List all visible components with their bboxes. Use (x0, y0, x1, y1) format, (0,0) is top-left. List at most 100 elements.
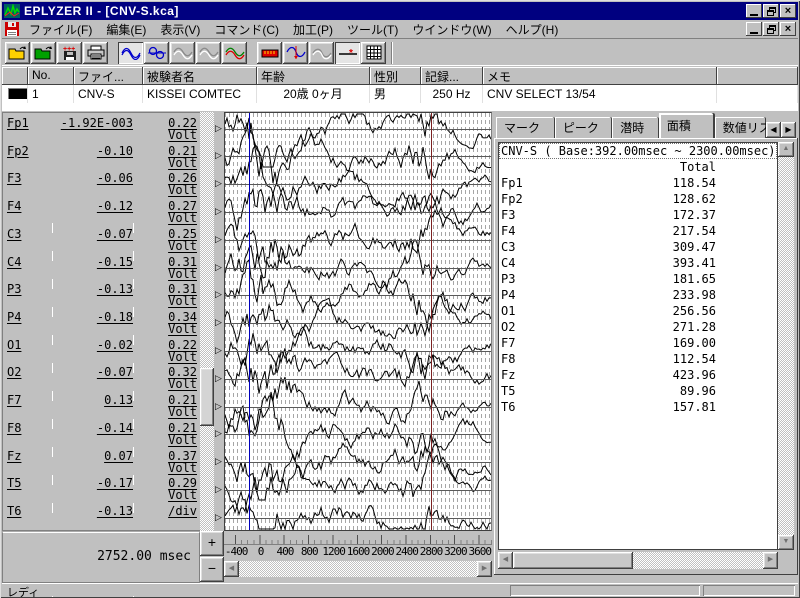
column-header-age[interactable]: 年齢 (257, 67, 370, 85)
child-minimize-button[interactable] (746, 22, 762, 36)
tab-latency[interactable]: 潜時 (612, 117, 659, 138)
status-text: レディ (7, 584, 39, 598)
wave-circles-button[interactable] (144, 42, 169, 64)
zoom-out-button[interactable]: − (200, 557, 224, 582)
channel-marker-triangle[interactable]: ▷ (215, 207, 222, 216)
channel-marker-triangle[interactable]: ▷ (215, 485, 222, 494)
channel-value: -1.92E-003 (55, 116, 133, 130)
subject-memo: CNV SELECT 13/54 (483, 85, 717, 103)
result-value: 393.41 (631, 255, 716, 271)
time-cursor-blue[interactable] (249, 113, 250, 530)
open-file-button[interactable] (5, 42, 30, 64)
channel-marker-triangle[interactable]: ▷ (215, 346, 222, 355)
scroll-left-arrow[interactable]: ◀ (224, 561, 239, 577)
axis-tick-label: 2800 (419, 545, 443, 560)
wave-cursor-button[interactable] (283, 42, 308, 64)
baseline-star-button[interactable]: * (335, 42, 360, 64)
tab-numeric-list[interactable]: 数値リス (715, 117, 766, 138)
channel-value: -0.18 (55, 310, 133, 324)
minimize-button[interactable] (746, 4, 762, 18)
child-close-button[interactable]: × (780, 22, 796, 36)
restore-button[interactable] (763, 4, 779, 18)
tab-mark[interactable]: マーク (496, 117, 555, 138)
time-zoom-controls: + − (200, 531, 224, 583)
channel-value: -0.06 (55, 171, 133, 185)
tab-scroll-left-button[interactable]: ◀ (766, 122, 781, 138)
column-header-sex[interactable]: 性別 (370, 67, 421, 85)
channel-marker-triangle[interactable]: ▷ (215, 151, 222, 160)
waveform-plot[interactable] (224, 112, 492, 531)
tab-area[interactable]: 面積 (659, 113, 715, 138)
tab-peak[interactable]: ピーク (555, 117, 612, 138)
column-header-subject[interactable]: 被験者名 (143, 67, 257, 85)
document-floppy-icon[interactable] (4, 22, 20, 37)
menu-item[interactable]: 編集(E) (99, 19, 153, 40)
column-header-no[interactable]: No. (28, 67, 74, 85)
result-hscrollbar-thumb[interactable] (513, 552, 633, 569)
result-hscrollbar[interactable]: ◀ ▶ (498, 552, 778, 569)
channel-marker-triangle[interactable]: ▷ (215, 124, 222, 133)
menu-item[interactable]: 加工(P) (286, 19, 340, 40)
channel-marker-triangle[interactable]: ▷ (215, 457, 222, 466)
channel-scrollbar[interactable] (200, 112, 214, 531)
subject-row[interactable]: 1 CNV-S KISSEI COMTEC 20歳 0ヶ月 男 250 Hz C… (2, 85, 798, 103)
close-button[interactable]: × (780, 4, 796, 18)
tab-scroll-right-button[interactable]: ▶ (781, 122, 796, 138)
eeg-trace (225, 377, 491, 430)
channel-baseline (225, 490, 491, 491)
channel-scrollbar-thumb[interactable] (200, 368, 214, 426)
wave-disabled-1-button[interactable] (170, 42, 195, 64)
channel-baseline (225, 129, 491, 130)
print-button[interactable] (83, 42, 108, 64)
channel-marker-triangle[interactable]: ▷ (215, 429, 222, 438)
wave-disabled-2-button[interactable] (196, 42, 221, 64)
menu-item[interactable]: ツール(T) (340, 19, 405, 40)
result-value: 233.98 (631, 287, 716, 303)
wave-multi-button[interactable] (222, 42, 247, 64)
channel-marker-triangle[interactable]: ▷ (215, 263, 222, 272)
grid-map-button[interactable] (361, 42, 386, 64)
open-folder-button[interactable] (31, 42, 56, 64)
result-frame: CNV-S ( Base:392.00msec ~ 2300.00msec) T… (494, 138, 798, 575)
left-arrow-icon: ◀ (770, 125, 776, 134)
scroll-down-arrow[interactable]: ▼ (778, 535, 794, 550)
wave-disabled-3-button[interactable] (309, 42, 334, 64)
child-restore-button[interactable] (763, 22, 779, 36)
scroll-right-arrow[interactable]: ▶ (763, 552, 778, 569)
result-vscrollbar[interactable]: ▲ ▼ (778, 142, 794, 550)
menu-item[interactable]: ウインドウ(W) (405, 19, 498, 40)
eeg-trace (225, 240, 491, 288)
zoom-in-button[interactable]: + (200, 531, 224, 556)
area-result-list[interactable]: CNV-S ( Base:392.00msec ~ 2300.00msec) T… (498, 142, 778, 550)
column-header-memo[interactable]: メモ (483, 67, 717, 85)
channel-marker-triangle[interactable]: ▷ (215, 235, 222, 244)
column-header-rate[interactable]: 記録... (421, 67, 483, 85)
channel-marker-triangle[interactable]: ▷ (215, 318, 222, 327)
subject-age: 20歳 0ヶ月 (257, 85, 370, 103)
scroll-right-arrow[interactable]: ▶ (477, 561, 492, 577)
channel-value: -0.15 (55, 255, 133, 269)
channel-marker-triangle[interactable]: ▷ (215, 402, 222, 411)
scroll-up-arrow[interactable]: ▲ (778, 142, 794, 157)
scroll-left-arrow[interactable]: ◀ (498, 552, 513, 569)
menu-item[interactable]: ヘルプ(H) (499, 19, 566, 40)
result-row: Fp2 128.62 (499, 191, 777, 207)
wave-overlay-button[interactable] (118, 42, 143, 64)
result-channel: F8 (501, 351, 631, 367)
ruler-button[interactable] (257, 42, 282, 64)
column-header-file[interactable]: ファイ... (74, 67, 143, 85)
menu-item[interactable]: コマンド(C) (207, 19, 286, 40)
time-scrollbar[interactable]: ◀ ▶ (224, 561, 492, 577)
result-value: 89.96 (631, 383, 716, 399)
time-cursor-red[interactable] (431, 113, 432, 530)
channel-marker-triangle[interactable]: ▷ (215, 179, 222, 188)
channel-marker-triangle[interactable]: ▷ (215, 290, 222, 299)
menu-item[interactable]: 表示(V) (153, 19, 207, 40)
save-import-button[interactable]: +++ (57, 42, 82, 64)
channel-marker-triangle[interactable]: ▷ (215, 513, 222, 522)
channel-marker-triangle[interactable]: ▷ (215, 374, 222, 383)
channel-row: F7 0.13 0.21 Volt (3, 390, 200, 418)
color-column-header[interactable] (2, 67, 28, 85)
menu-item[interactable]: ファイル(F) (22, 19, 99, 40)
wave-cursor-icon (286, 45, 306, 60)
